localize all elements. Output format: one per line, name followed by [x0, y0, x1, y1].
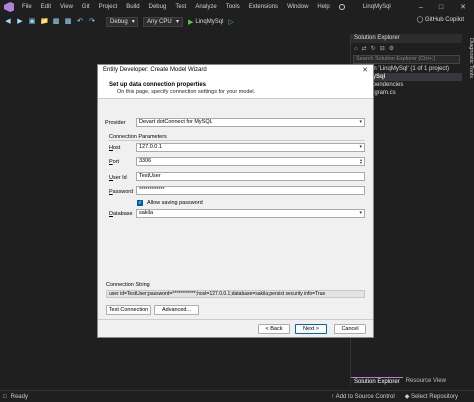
chevron-down-icon: ▾ — [359, 144, 362, 150]
solution-explorer-toolbar: ⌂ ⇄ ↻ ⊟ ⚙ — [351, 43, 462, 54]
close-icon[interactable]: ✕ — [454, 0, 472, 14]
platform-dropdown[interactable]: Any CPU ▾ — [143, 16, 183, 27]
menu-help[interactable]: Help — [317, 4, 329, 10]
open-icon[interactable]: 📁 — [40, 18, 49, 26]
menu-project[interactable]: Project — [99, 4, 118, 10]
spin-arrows-icon[interactable]: ▴ ▾ — [360, 158, 362, 165]
provider-label: Provider — [105, 120, 126, 126]
menu-window[interactable]: Window — [287, 4, 308, 10]
allow-saving-password-checkbox[interactable]: ✓ — [137, 200, 143, 206]
tab-solution-explorer[interactable]: Solution Explorer — [351, 377, 403, 386]
start-icon[interactable]: ▶ — [188, 18, 193, 26]
tab-diagnostic-tools[interactable]: Diagnostic Tools — [462, 38, 474, 118]
password-label: Password — [109, 189, 134, 195]
provider-dropdown[interactable]: Devart dotConnect for MySQL ▾ — [136, 118, 365, 127]
sync-icon[interactable]: ⇄ — [362, 45, 367, 52]
dialog-title-bar: Entity Developer: Create Model Wizard ✕ — [98, 65, 373, 76]
cancel-button[interactable]: Cancel — [334, 324, 366, 334]
user-id-field[interactable]: TestUser — [136, 172, 365, 181]
menu-build[interactable]: Build — [126, 4, 139, 10]
visual-studio-logo-icon — [4, 2, 14, 12]
menu-git[interactable]: Git — [82, 4, 90, 10]
menu-view[interactable]: View — [60, 4, 73, 10]
search-icon[interactable] — [338, 4, 345, 10]
maximize-icon[interactable]: □ — [432, 0, 450, 14]
menu-tools[interactable]: Tools — [226, 4, 240, 10]
user-id-label: User Id — [109, 175, 127, 181]
footer-divider — [98, 319, 373, 320]
chevron-down-icon: ▾ — [175, 18, 179, 25]
settings-icon[interactable]: ⚙ — [389, 45, 394, 52]
menu-debug[interactable]: Debug — [149, 4, 167, 10]
save-icon[interactable]: ▩ — [52, 18, 60, 26]
page-subtitle: On this page, specify connection setting… — [117, 89, 256, 95]
port-stepper[interactable]: 3306 ▴ ▾ — [136, 157, 365, 166]
dialog-header: Set up data connection properties On thi… — [98, 76, 373, 99]
database-dropdown[interactable]: sakila ▾ — [136, 209, 365, 218]
back-button[interactable]: < Back — [258, 324, 290, 334]
new-item-icon[interactable]: ▣ — [28, 18, 36, 26]
advanced-button[interactable]: Advanced... — [154, 305, 199, 315]
title-bar: File Edit View Git Project Build Debug T… — [0, 0, 474, 14]
chevron-down-icon: ▾ — [359, 210, 362, 216]
chevron-down-icon: ▾ — [131, 18, 135, 25]
port-label: Port — [109, 159, 120, 165]
solution-explorer-title: Solution Explorer — [351, 34, 462, 43]
host-label: Host — [109, 145, 121, 151]
start-target-label[interactable]: LinqMySql — [195, 19, 223, 25]
home-icon[interactable]: ⌂ — [354, 46, 358, 52]
github-copilot-button[interactable]: ◯ GitHub Copilot — [417, 16, 464, 23]
chevron-down-icon: ▾ — [359, 119, 362, 125]
solution-explorer-tabs: Solution Explorer Resource View — [351, 377, 463, 386]
test-connection-button[interactable]: Test Connection — [106, 305, 151, 315]
page-title: Set up data connection properties — [109, 82, 207, 88]
next-button[interactable]: Next > — [295, 324, 327, 334]
collapse-icon[interactable]: ⊟ — [380, 45, 385, 52]
host-combobox[interactable]: 127.0.0.1 ▾ — [136, 143, 365, 152]
configuration-dropdown[interactable]: Debug ▾ — [106, 16, 138, 27]
status-bar: □ Ready ↑ Add to Source Control ◆ Select… — [0, 390, 474, 402]
app-title: LinqMySql — [362, 4, 391, 10]
redo-icon[interactable]: ↷ — [88, 18, 96, 26]
start-without-debug-icon[interactable]: ▷ — [228, 18, 233, 26]
password-field[interactable]: ************ — [136, 186, 365, 195]
select-repository-button[interactable]: ◆ Select Repository — [405, 393, 458, 400]
menu-analyze[interactable]: Analyze — [195, 4, 216, 10]
undo-icon[interactable]: ↶ — [76, 18, 84, 26]
status-icon: □ — [3, 393, 7, 400]
menu-file[interactable]: File — [22, 4, 32, 10]
tab-resource-view[interactable]: Resource View — [403, 377, 449, 386]
forward-nav-icon[interactable]: ▶ — [16, 18, 24, 26]
refresh-icon[interactable]: ↻ — [371, 45, 376, 52]
copilot-icon: ◯ — [416, 17, 425, 23]
toolbar: ◀ ▶ ▣ 📁 ▩ ▩ ↶ ↷ Debug ▾ Any CPU ▾ ▶ LinqMy… — [0, 14, 474, 29]
group-divider — [109, 140, 365, 141]
minimize-icon[interactable]: – — [412, 0, 430, 14]
menu-test[interactable]: Test — [175, 4, 186, 10]
database-label: Database — [109, 211, 133, 217]
menu-edit[interactable]: Edit — [41, 4, 51, 10]
connection-string-field[interactable]: user id=TestUser;password=************;h… — [106, 290, 365, 298]
back-nav-icon[interactable]: ◀ — [4, 18, 12, 26]
status-text: Ready — [10, 393, 28, 400]
save-all-icon[interactable]: ▩ — [64, 18, 72, 26]
dialog-title: Entity Developer: Create Model Wizard — [103, 67, 207, 73]
menu-extensions[interactable]: Extensions — [249, 4, 278, 10]
connection-string-label: Connection String — [106, 282, 150, 288]
add-to-source-control-button[interactable]: ↑ Add to Source Control — [331, 394, 394, 400]
allow-saving-password-label[interactable]: Allow saving password — [147, 200, 203, 206]
create-model-wizard-dialog: Entity Developer: Create Model Wizard ✕ … — [97, 64, 374, 338]
solution-explorer-search[interactable]: Search Solution Explorer (Ctrl+;) — [353, 55, 460, 64]
close-icon[interactable]: ✕ — [362, 65, 368, 76]
